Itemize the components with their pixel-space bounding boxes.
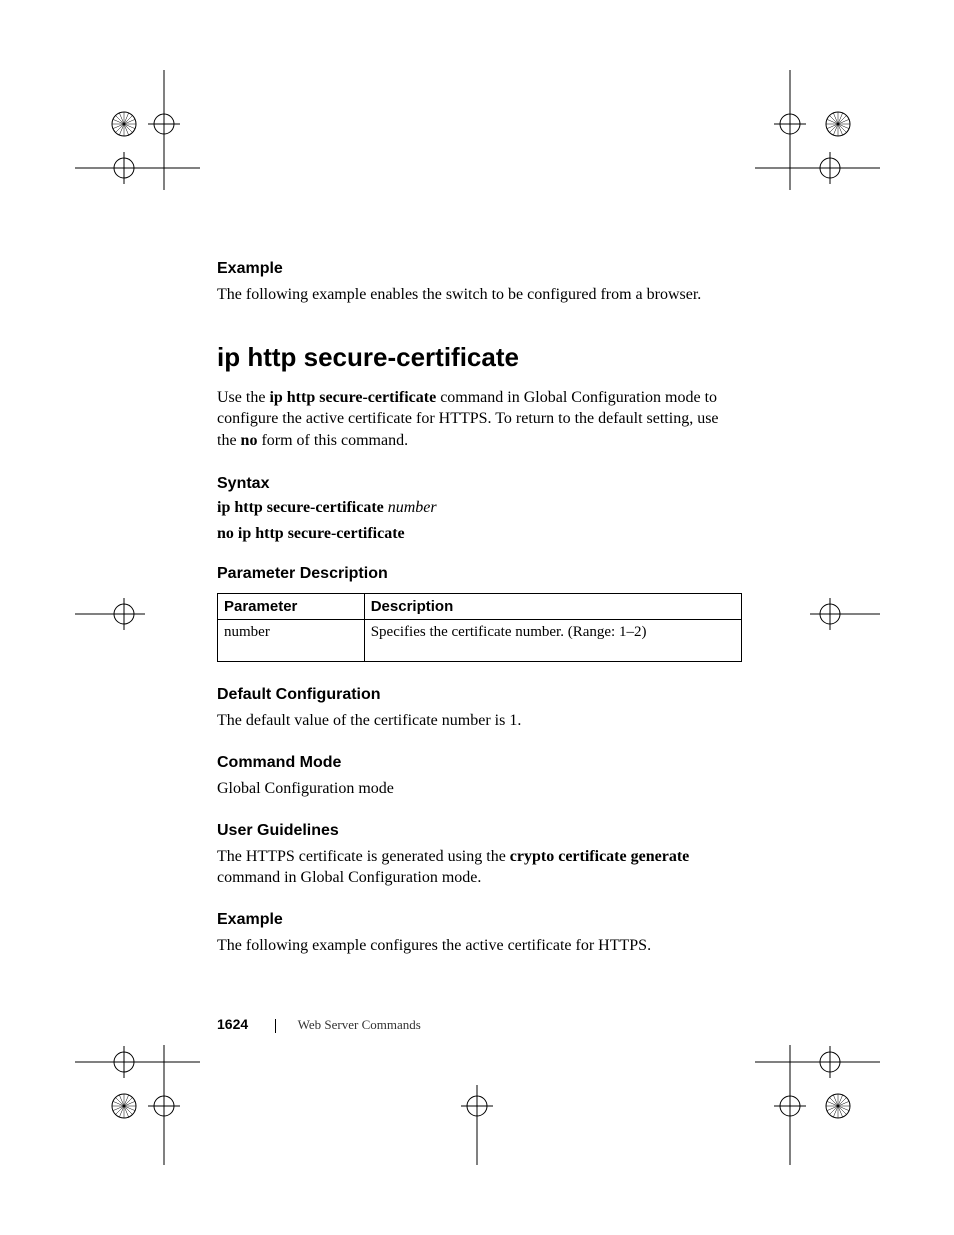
- footer-divider: [275, 1019, 276, 1033]
- page-content: Example The following example enables th…: [217, 260, 742, 978]
- syntax-line1-arg: number: [388, 499, 437, 516]
- page-number: 1624: [217, 1016, 248, 1032]
- param-col-header: Parameter: [218, 594, 365, 620]
- example-section-2: Example The following example configures…: [217, 911, 742, 957]
- example-text-1: The following example enables the switch…: [217, 284, 742, 306]
- param-desc-section: Parameter Description Parameter Descript…: [217, 565, 742, 662]
- chapter-name: Web Server Commands: [298, 1017, 421, 1032]
- command-mode-text: Global Configuration mode: [217, 778, 742, 800]
- param-cell: number: [218, 620, 365, 662]
- intro-prefix: Use the: [217, 389, 269, 406]
- guidelines-prefix: The HTTPS certificate is generated using…: [217, 848, 510, 865]
- user-guidelines-section: User Guidelines The HTTPS certificate is…: [217, 822, 742, 889]
- example-heading-2: Example: [217, 911, 742, 929]
- default-config-heading: Default Configuration: [217, 686, 742, 704]
- command-title: ip http secure-certificate: [217, 342, 742, 373]
- default-config-text: The default value of the certificate num…: [217, 710, 742, 732]
- param-desc-heading: Parameter Description: [217, 565, 742, 583]
- guidelines-cmd: crypto certificate generate: [510, 848, 689, 865]
- param-table-row: number Specifies the certificate number.…: [218, 620, 742, 662]
- syntax-line-1: ip http secure-certificate number: [217, 499, 742, 517]
- user-guidelines-text: The HTTPS certificate is generated using…: [217, 846, 742, 889]
- example-text-2: The following example configures the act…: [217, 935, 742, 957]
- desc-col-header: Description: [364, 594, 741, 620]
- intro-paragraph: Use the ip http secure-certificate comma…: [217, 387, 742, 452]
- user-guidelines-heading: User Guidelines: [217, 822, 742, 840]
- syntax-heading: Syntax: [217, 475, 742, 493]
- command-mode-section: Command Mode Global Configuration mode: [217, 754, 742, 800]
- command-mode-heading: Command Mode: [217, 754, 742, 772]
- syntax-line1-cmd: ip http secure-certificate: [217, 499, 388, 516]
- param-table-header-row: Parameter Description: [218, 594, 742, 620]
- intro-no: no: [241, 432, 258, 449]
- intro-cmd: ip http secure-certificate: [269, 389, 436, 406]
- syntax-section: Syntax ip http secure-certificate number…: [217, 475, 742, 543]
- page-footer: 1624 Web Server Commands: [217, 1016, 421, 1033]
- example-heading-1: Example: [217, 260, 742, 278]
- desc-cell: Specifies the certificate number. (Range…: [364, 620, 741, 662]
- example-section-1: Example The following example enables th…: [217, 260, 742, 306]
- default-config-section: Default Configuration The default value …: [217, 686, 742, 732]
- syntax-line-2: no ip http secure-certificate: [217, 525, 742, 543]
- intro-suffix: form of this command.: [257, 432, 408, 449]
- guidelines-suffix: command in Global Configuration mode.: [217, 869, 481, 886]
- param-table: Parameter Description number Specifies t…: [217, 593, 742, 662]
